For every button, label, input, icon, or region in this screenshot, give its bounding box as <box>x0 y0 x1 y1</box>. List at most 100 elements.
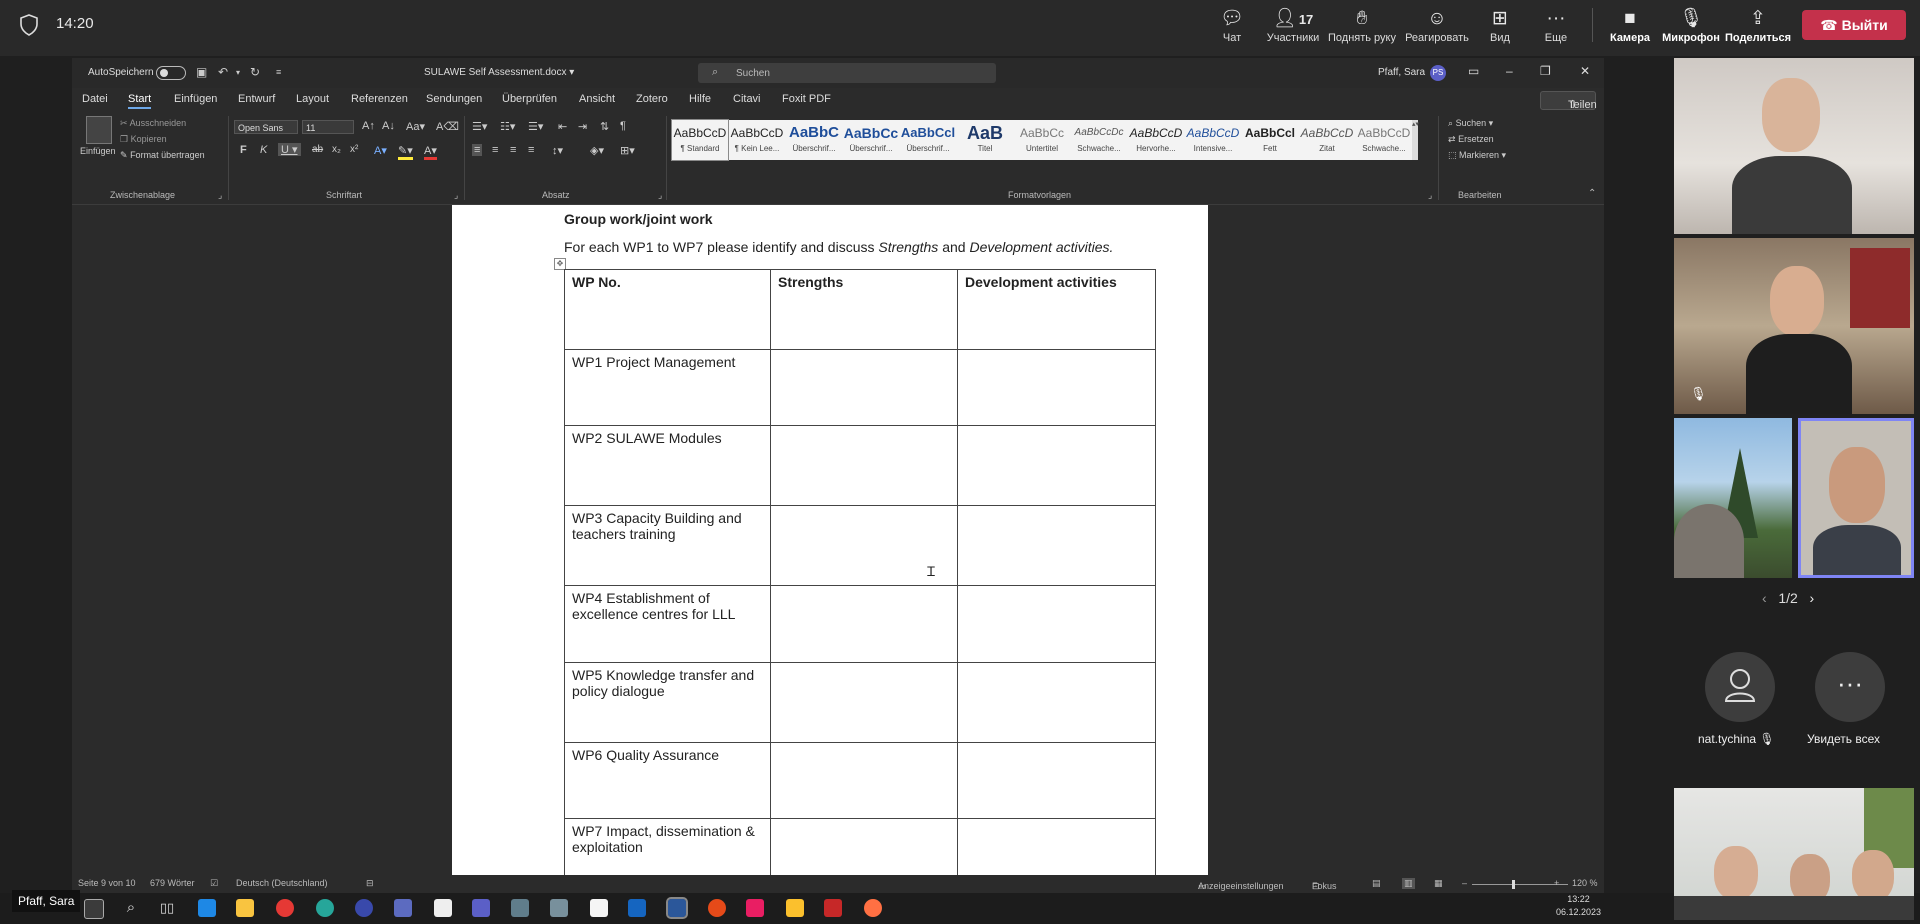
minimize-icon[interactable]: – <box>1506 64 1513 78</box>
undo-dropdown-icon[interactable]: ▾ <box>236 68 240 77</box>
clipboard-dialog-launcher-icon[interactable]: ⌟ <box>218 190 222 201</box>
shading-icon[interactable]: ◈▾ <box>590 144 604 157</box>
zoom-level[interactable]: 120 % <box>1572 878 1598 888</box>
align-center-icon[interactable]: ≡ <box>492 144 498 156</box>
word-search-input[interactable]: ⌕ Suchen <box>698 63 996 83</box>
replace-button[interactable]: ⇄ Ersetzen <box>1448 134 1494 145</box>
pdf-icon[interactable] <box>824 899 842 917</box>
superscript-icon[interactable]: x² <box>350 144 358 155</box>
style-untertitel[interactable]: AaBbCc Untertitel <box>1014 120 1070 160</box>
development-cell[interactable] <box>957 349 1156 426</box>
app-icon[interactable] <box>276 899 294 917</box>
grow-font-icon[interactable]: A↑ <box>362 120 375 132</box>
word-count[interactable]: 679 Wörter <box>150 878 195 888</box>
cut-button[interactable]: ✂ Ausschneiden <box>120 118 186 129</box>
notepad-icon[interactable] <box>590 899 608 917</box>
bold-icon[interactable]: F <box>240 144 247 156</box>
chevron-right-icon[interactable]: › <box>1809 590 1814 606</box>
tab-sendungen[interactable]: Sendungen <box>426 93 482 105</box>
style-fett[interactable]: AaBbCcl Fett <box>1242 120 1298 160</box>
taskbar-clock[interactable]: 13:22 06.12.2023 <box>1556 893 1601 919</box>
copy-button[interactable]: ❐ Kopieren <box>120 134 167 145</box>
user-name[interactable]: Pfaff, Sara <box>1378 67 1425 78</box>
development-cell[interactable] <box>957 425 1156 506</box>
proofing-icon[interactable]: ☑ <box>210 878 218 889</box>
tab-entwurf[interactable]: Entwurf <box>238 93 275 105</box>
text-effects-icon[interactable]: A▾ <box>374 144 387 157</box>
edge-browser-icon[interactable] <box>316 899 334 917</box>
outlook-icon[interactable] <box>628 899 646 917</box>
read-mode-icon[interactable]: ▤ <box>1372 878 1381 889</box>
language-indicator[interactable]: Deutsch (Deutschland) <box>236 878 328 888</box>
align-right-icon[interactable]: ≡ <box>510 144 516 156</box>
format-painter-button[interactable]: ✎ Format übertragen <box>120 150 205 161</box>
style-titel[interactable]: AaB Titel <box>957 120 1013 160</box>
highlight-icon[interactable]: ✎▾ <box>398 144 413 160</box>
raise-hand-button[interactable]: ✋︎ Поднять руку <box>1326 6 1398 52</box>
styles-dialog-launcher-icon[interactable]: ⌟ <box>1428 190 1432 201</box>
style-ueberschrift-2[interactable]: AaBbCc Überschrif... <box>843 120 899 160</box>
style-standard[interactable]: AaBbCcD ¶ Standard <box>671 119 729 161</box>
tab-citavi[interactable]: Citavi <box>733 93 761 105</box>
decrease-indent-icon[interactable]: ⇤ <box>558 120 567 133</box>
strengths-cell[interactable] <box>770 742 958 819</box>
ribbon-display-icon[interactable]: ▭ <box>1468 64 1479 78</box>
app-icon[interactable] <box>708 899 726 917</box>
wp-cell[interactable]: WP7 Impact, dissemination & exploitation <box>564 818 771 875</box>
participants-button[interactable]: 👤︎ 17 Участники <box>1258 6 1328 52</box>
web-layout-icon[interactable]: ▦ <box>1434 878 1443 889</box>
zoom-out-icon[interactable]: – <box>1462 878 1467 888</box>
font-name-select[interactable]: Open Sans <box>234 120 298 134</box>
pilcrow-icon[interactable]: ¶ <box>620 120 626 132</box>
find-button[interactable]: ⌕ Suchen ▾ <box>1448 118 1493 129</box>
undo-icon[interactable]: ↶ <box>218 65 228 79</box>
font-dialog-launcher-icon[interactable]: ⌟ <box>454 190 458 201</box>
customize-quick-access-icon[interactable]: ≡ <box>276 67 281 77</box>
style-intensive-hervorhebung[interactable]: AaBbCcD Intensive... <box>1185 120 1241 160</box>
video-tile-participant-4[interactable] <box>1674 788 1914 920</box>
wp-cell[interactable]: WP5 Knowledge transfer and policy dialog… <box>564 662 771 743</box>
bullets-icon[interactable]: ☰▾ <box>472 120 487 133</box>
tab-hilfe[interactable]: Hilfe <box>689 93 711 105</box>
page-count[interactable]: Seite 9 von 10 <box>78 878 136 888</box>
style-hervorhebung[interactable]: AaBbCcD Hervorhe... <box>1128 120 1184 160</box>
teams-icon[interactable] <box>472 899 490 917</box>
app-icon[interactable] <box>746 899 764 917</box>
video-tile-participant-1[interactable] <box>1674 58 1914 234</box>
strengths-cell[interactable] <box>770 585 958 663</box>
wp-cell[interactable]: WP6 Quality Assurance <box>564 742 771 819</box>
style-kein-leerraum[interactable]: AaBbCcD ¶ Kein Lee... <box>729 120 785 160</box>
close-icon[interactable]: ✕ <box>1580 64 1590 78</box>
style-zitat[interactable]: AaBbCcD Zitat <box>1299 120 1355 160</box>
leave-button[interactable]: ☎ Выйти <box>1802 10 1906 40</box>
line-spacing-icon[interactable]: ↕▾ <box>552 144 563 157</box>
document-title[interactable]: SULAWE Self Assessment.docx ▾ <box>424 67 574 78</box>
calculator-icon[interactable] <box>394 899 412 917</box>
accessibility-icon[interactable]: ⊟ <box>366 878 374 889</box>
share-button[interactable]: ⇧ Teilen <box>1540 91 1597 111</box>
align-left-icon[interactable]: ≡ <box>472 144 483 156</box>
app-icon[interactable] <box>511 899 529 917</box>
strengths-cell[interactable] <box>770 425 958 506</box>
wp-cell[interactable]: WP3 Capacity Building and teachers train… <box>564 505 771 586</box>
increase-indent-icon[interactable]: ⇥ <box>578 120 587 133</box>
avatar[interactable]: PS <box>1430 65 1446 81</box>
select-button[interactable]: ⬚ Markieren ▾ <box>1448 150 1506 161</box>
strikethrough-icon[interactable]: ab <box>312 144 323 155</box>
zoom-slider-handle[interactable] <box>1512 880 1515 889</box>
numbering-icon[interactable]: ☷▾ <box>500 120 515 133</box>
tab-layout[interactable]: Layout <box>296 93 329 105</box>
style-schwacher-verweis[interactable]: AaBbCcD Schwache... <box>1356 120 1412 160</box>
video-tile-active-speaker[interactable] <box>1798 418 1914 578</box>
autosave-toggle[interactable] <box>156 66 186 80</box>
tab-foxit-pdf[interactable]: Foxit PDF <box>782 93 831 105</box>
chat-button[interactable]: 💬︎ Чат <box>1200 6 1264 52</box>
borders-icon[interactable]: ⊞▾ <box>620 144 635 157</box>
word-icon[interactable] <box>666 897 688 919</box>
app-icon[interactable] <box>355 899 373 917</box>
zoom-in-icon[interactable]: + <box>1554 878 1559 888</box>
start-icon[interactable] <box>84 899 104 919</box>
paragraph-dialog-launcher-icon[interactable]: ⌟ <box>658 190 662 201</box>
tab-ueberpruefen[interactable]: Überprüfen <box>502 93 557 105</box>
tab-zotero[interactable]: Zotero <box>636 93 668 105</box>
